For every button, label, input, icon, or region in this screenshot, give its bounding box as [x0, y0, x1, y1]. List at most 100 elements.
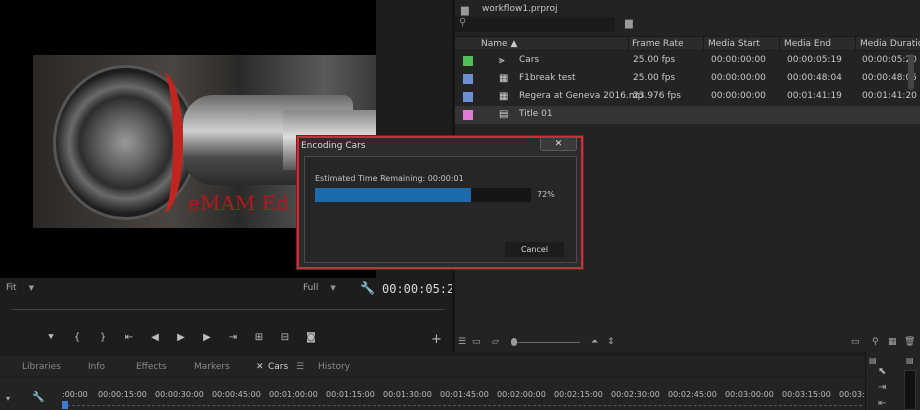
estimated-time-label: Estimated Time Remaining: 00:00:01	[315, 174, 464, 183]
selection-tool-icon[interactable]: ⬉	[878, 366, 886, 377]
title-icon: ▤	[499, 109, 509, 120]
dialog-body: Estimated Time Remaining: 00:00:01 72% C…	[304, 156, 577, 263]
label-color-swatch[interactable]	[463, 92, 473, 102]
delete-icon[interactable]: 🗑	[904, 337, 915, 347]
playhead-handle[interactable]	[62, 401, 68, 409]
track-select-icon[interactable]: ⇥	[878, 382, 886, 393]
panel-menu-icon[interactable]: ▤	[906, 356, 914, 365]
timeline-panel: Libraries Info Effects Markers ✕ Cars ☰ …	[0, 352, 920, 410]
list-view-icon[interactable]: ☰	[458, 337, 466, 347]
table-row[interactable]: ▦ Regera at Geneva 2016.mp 23.976 fps 00…	[455, 88, 920, 106]
clip-icon: ▦	[499, 91, 509, 102]
new-item-folder-icon[interactable]: ▭	[851, 337, 860, 347]
transport-controls: ⯆ { } ⇤ ◀ ▶ ▶ ⇥ ⊞ ⊟ ◙	[38, 332, 338, 346]
column-name[interactable]: Name ▲	[481, 39, 517, 49]
cell-media-end: 00:01:41:19	[787, 91, 842, 101]
marker-icon[interactable]: ⯆	[38, 332, 64, 346]
cell-name: F1break test	[519, 73, 576, 83]
tab-history[interactable]: History	[318, 362, 350, 372]
audio-meter	[904, 370, 916, 410]
table-row[interactable]: ▤ Title 01	[455, 106, 920, 124]
play-icon[interactable]: ▶	[168, 332, 194, 346]
resolution-label: Full	[303, 283, 319, 293]
label-color-swatch[interactable]	[463, 110, 473, 120]
close-button[interactable]: ✕	[540, 137, 577, 151]
timeline-ruler[interactable]: ▾ 🔧 :00:00 00:00:15:00 00:00:30:00 00:00…	[0, 378, 865, 410]
ripple-edit-icon[interactable]: ⇤	[878, 398, 886, 409]
scrollbar-thumb[interactable]	[908, 54, 914, 90]
column-frame-rate[interactable]: Frame Rate	[632, 39, 684, 49]
step-forward-icon[interactable]: ▶	[194, 332, 220, 346]
resolution-select[interactable]: Full ▼	[303, 283, 351, 296]
zoom-fit-label: Fit	[6, 283, 17, 293]
in-point-icon[interactable]: {	[64, 332, 90, 346]
scrollbar[interactable]	[907, 52, 915, 330]
progress-fill	[315, 188, 471, 202]
timecode-tick: 00:01:45:00	[440, 390, 489, 399]
go-to-in-icon[interactable]: ⇤	[116, 332, 142, 346]
wrench-icon[interactable]: 🔧	[32, 392, 44, 403]
tab-libraries[interactable]: Libraries	[22, 362, 61, 372]
encoding-dialog: Encoding Cars ✕ Estimated Time Remaining…	[297, 136, 583, 269]
cell-frame-rate: 25.00 fps	[633, 55, 676, 65]
timecode-tick: 00:03:00:00	[725, 390, 774, 399]
timeline-tick-marks	[62, 405, 862, 409]
tab-cars[interactable]: Cars	[268, 362, 288, 372]
export-frame-icon[interactable]: ◙	[298, 332, 324, 346]
icon-view-icon[interactable]: ▭	[472, 337, 481, 347]
freeform-view-icon[interactable]: ▱	[492, 337, 499, 347]
plus-icon[interactable]: +	[431, 332, 442, 347]
cancel-button[interactable]: Cancel	[505, 242, 564, 257]
tab-info[interactable]: Info	[88, 362, 105, 372]
chevron-down-icon: ▼	[330, 284, 336, 292]
search-input[interactable]: ⚲	[455, 17, 615, 32]
label-color-swatch[interactable]	[463, 74, 473, 84]
zoom-fit-select[interactable]: Fit ▼	[6, 283, 54, 296]
tab-effects[interactable]: Effects	[136, 362, 167, 372]
video-watermark: eMAM Ed	[188, 191, 289, 215]
playhead-timecode[interactable]: 00:00:05:20	[382, 282, 461, 296]
search-icon: ⚲	[459, 17, 467, 28]
tools-panel: ▤ ▤ ⬉ ⇥ ⇤	[865, 352, 920, 410]
table-row[interactable]: ⫸ Cars 25.00 fps 00:00:00:00 00:00:05:19…	[455, 52, 920, 70]
cell-media-end: 00:00:05:19	[787, 55, 842, 65]
cell-name: Cars	[519, 55, 540, 65]
column-media-start[interactable]: Media Start	[708, 39, 760, 49]
tab-close-icon[interactable]: ✕	[256, 362, 264, 372]
panel-menu-icon[interactable]: ▤	[869, 356, 877, 365]
tab-markers[interactable]: Markers	[194, 362, 230, 372]
cell-media-start: 00:00:00:00	[711, 91, 766, 101]
snap-icon[interactable]: ▾	[6, 394, 10, 403]
overwrite-icon[interactable]: ⊟	[272, 332, 298, 346]
sequence-icon: ⫸	[499, 55, 505, 66]
new-bin-footer-icon[interactable]: ▦	[888, 337, 897, 347]
out-point-icon[interactable]: }	[90, 332, 116, 346]
cell-media-start: 00:00:00:00	[711, 55, 766, 65]
project-footer: ☰ ▭ ▱ ⏶ ⇕ ▭ ⚲ ▦ 🗑	[455, 332, 920, 352]
table-row[interactable]: ▦ F1break test 25.00 fps 00:00:00:00 00:…	[455, 70, 920, 88]
wrench-icon[interactable]: 🔧	[360, 281, 375, 295]
video-brake-caliper	[143, 73, 183, 213]
monitor-time-ruler[interactable]	[12, 305, 444, 313]
label-color-swatch[interactable]	[463, 56, 473, 66]
sort-icon[interactable]: ⏶	[591, 337, 598, 347]
timecode-tick: 00:00:15:00	[98, 390, 147, 399]
timecode-tick: 00:03:15:00	[782, 390, 831, 399]
insert-icon[interactable]: ⊞	[246, 332, 272, 346]
sort-asc-icon: ▲	[510, 39, 518, 49]
tab-menu-icon[interactable]: ☰	[296, 362, 304, 372]
timecode-tick: :00:00	[62, 390, 88, 399]
column-media-end[interactable]: Media End	[784, 39, 831, 49]
zoom-slider[interactable]	[512, 342, 580, 343]
clip-icon: ▦	[499, 73, 509, 84]
zoom-slider-knob[interactable]	[511, 338, 517, 346]
project-name: workflow1.prproj	[482, 4, 558, 14]
step-back-icon[interactable]: ◀	[142, 332, 168, 346]
automate-icon[interactable]: ⇕	[607, 337, 615, 347]
column-media-duration[interactable]: Media Duration	[860, 39, 920, 49]
go-to-out-icon[interactable]: ⇥	[220, 332, 246, 346]
find-icon[interactable]: ⚲	[872, 337, 879, 347]
new-bin-icon[interactable]: ▆	[625, 18, 633, 29]
timecode-tick: 00:02:15:00	[554, 390, 603, 399]
timecode-tick: 00:01:00:00	[269, 390, 318, 399]
